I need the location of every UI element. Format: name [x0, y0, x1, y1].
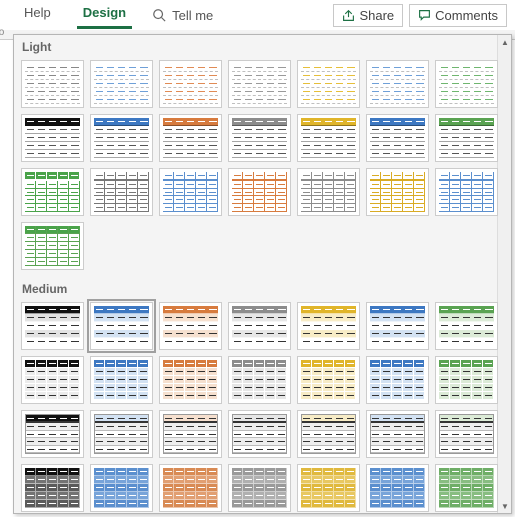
table-style-swatch[interactable]	[228, 464, 291, 512]
table-style-swatch[interactable]	[90, 302, 153, 350]
table-style-swatch[interactable]	[159, 168, 222, 216]
table-style-swatch[interactable]	[366, 60, 429, 108]
table-style-swatch[interactable]	[435, 168, 498, 216]
table-style-swatch[interactable]	[435, 356, 498, 404]
table-style-swatch[interactable]	[366, 464, 429, 512]
table-style-swatch[interactable]	[90, 410, 153, 458]
table-style-swatch[interactable]	[159, 356, 222, 404]
table-style-swatch[interactable]	[366, 410, 429, 458]
table-style-swatch[interactable]	[366, 356, 429, 404]
table-style-swatch[interactable]	[435, 302, 498, 350]
gallery-section-heading: Light	[14, 35, 511, 56]
scroll-up-button[interactable]: ▲	[498, 35, 512, 49]
table-style-swatch[interactable]	[21, 222, 84, 270]
table-style-swatch[interactable]	[228, 356, 291, 404]
scroll-down-button[interactable]: ▼	[498, 499, 512, 513]
table-style-swatch[interactable]	[435, 114, 498, 162]
table-style-swatch[interactable]	[435, 60, 498, 108]
tell-me-search[interactable]: Tell me	[152, 8, 213, 23]
gallery-section-grid	[14, 56, 511, 277]
ribbon: Help Design Tell me Share Comments	[0, 0, 515, 30]
table-style-swatch[interactable]	[297, 356, 360, 404]
table-style-swatch[interactable]	[228, 302, 291, 350]
table-style-swatch[interactable]	[21, 168, 84, 216]
gallery-section-heading: Medium	[14, 277, 511, 298]
gallery-section-grid	[14, 298, 511, 514]
table-style-swatch[interactable]	[228, 114, 291, 162]
table-style-swatch[interactable]	[297, 114, 360, 162]
ribbon-right: Share Comments	[327, 4, 515, 27]
table-style-swatch[interactable]	[159, 410, 222, 458]
table-style-swatch[interactable]	[90, 114, 153, 162]
table-style-swatch[interactable]	[297, 302, 360, 350]
comment-icon	[418, 9, 431, 22]
table-style-swatch[interactable]	[159, 302, 222, 350]
table-style-swatch[interactable]	[435, 410, 498, 458]
table-style-swatch[interactable]	[21, 60, 84, 108]
table-style-swatch[interactable]	[159, 464, 222, 512]
table-style-swatch[interactable]	[228, 168, 291, 216]
table-style-swatch[interactable]	[90, 60, 153, 108]
table-style-swatch[interactable]	[297, 410, 360, 458]
search-icon	[152, 8, 166, 22]
share-label: Share	[359, 8, 394, 23]
table-style-swatch[interactable]	[90, 168, 153, 216]
table-style-swatch[interactable]	[21, 114, 84, 162]
table-style-swatch[interactable]	[435, 464, 498, 512]
share-icon	[342, 9, 355, 22]
tab-help[interactable]: Help	[18, 1, 57, 29]
table-style-swatch[interactable]	[297, 168, 360, 216]
table-style-swatch[interactable]	[297, 60, 360, 108]
share-button[interactable]: Share	[333, 4, 403, 27]
table-style-swatch[interactable]	[297, 464, 360, 512]
table-style-swatch[interactable]	[228, 60, 291, 108]
table-style-swatch[interactable]	[159, 60, 222, 108]
comments-label: Comments	[435, 8, 498, 23]
table-styles-gallery: ▲ ▼ Light Medium	[13, 34, 512, 514]
tell-me-label: Tell me	[172, 8, 213, 23]
table-style-swatch[interactable]	[21, 410, 84, 458]
table-style-swatch[interactable]	[228, 410, 291, 458]
table-style-swatch[interactable]	[90, 356, 153, 404]
table-style-swatch[interactable]	[90, 464, 153, 512]
table-style-swatch[interactable]	[159, 114, 222, 162]
gallery-scrollbar[interactable]: ▲ ▼	[497, 35, 511, 513]
table-style-swatch[interactable]	[21, 464, 84, 512]
tab-design[interactable]: Design	[77, 1, 132, 29]
table-style-swatch[interactable]	[21, 356, 84, 404]
comments-button[interactable]: Comments	[409, 4, 507, 27]
table-style-swatch[interactable]	[366, 302, 429, 350]
table-style-swatch[interactable]	[21, 302, 84, 350]
table-style-swatch[interactable]	[366, 114, 429, 162]
table-style-swatch[interactable]	[366, 168, 429, 216]
